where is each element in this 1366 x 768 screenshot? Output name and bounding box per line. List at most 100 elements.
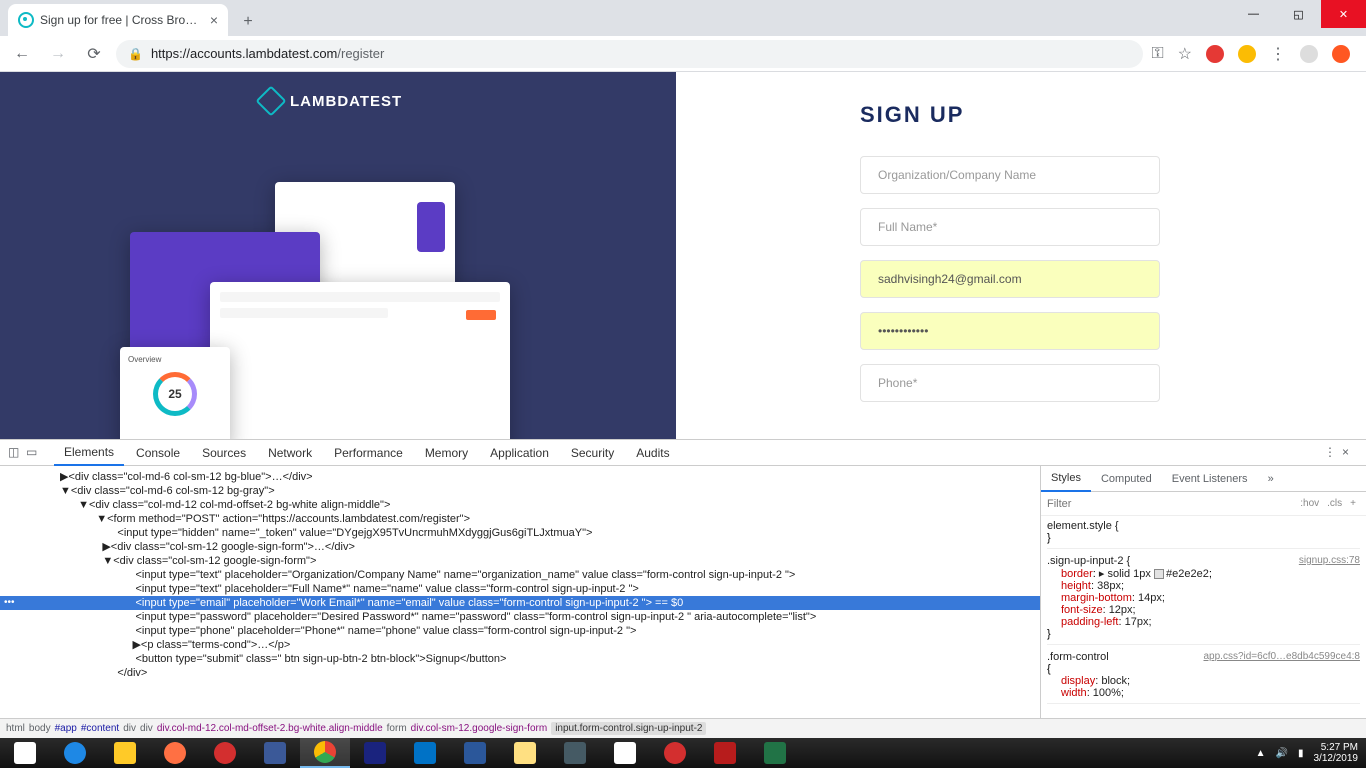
menu-dots-icon[interactable]: ⋮: [1270, 44, 1286, 64]
devtools-close-icon[interactable]: ×: [1342, 445, 1358, 461]
elements-tree[interactable]: ▶<div class="col-md-6 col-sm-12 bg-blue"…: [0, 466, 1040, 718]
rule-signup-input[interactable]: signup.css:78 .sign-up-input-2 { border:…: [1047, 555, 1360, 645]
ext-icon-3[interactable]: [1332, 45, 1350, 63]
tab-network[interactable]: Network: [258, 440, 322, 466]
el-line[interactable]: ▼<div class="col-sm-12 google-sign-form"…: [0, 554, 1040, 568]
bc-item[interactable]: #content: [81, 723, 119, 734]
taskbar-app-opera[interactable]: [200, 738, 250, 768]
maximize-button[interactable]: ◱: [1276, 0, 1321, 28]
bc-item[interactable]: form: [387, 723, 407, 734]
tab-security[interactable]: Security: [561, 440, 624, 466]
taskbar-app-excel[interactable]: [750, 738, 800, 768]
tray-battery-icon[interactable]: ▮: [1298, 748, 1304, 759]
taskbar-app-pdf[interactable]: [700, 738, 750, 768]
fullname-input[interactable]: [860, 208, 1160, 246]
taskbar-app-notes[interactable]: [500, 738, 550, 768]
el-line[interactable]: <button type="submit" class=" btn sign-u…: [0, 652, 1040, 666]
styles-filter-input[interactable]: [1047, 498, 1296, 510]
el-line[interactable]: ▼<div class="col-md-6 col-sm-12 bg-gray"…: [0, 484, 1040, 498]
cls-toggle[interactable]: .cls: [1323, 498, 1346, 509]
bc-item[interactable]: div: [123, 723, 136, 734]
rule-source-link[interactable]: signup.css:78: [1299, 555, 1360, 566]
inspect-icon[interactable]: ◫: [8, 445, 24, 461]
styles-tab-more-icon[interactable]: »: [1258, 466, 1284, 492]
line-marker: •••: [2, 597, 17, 608]
close-button[interactable]: ✕: [1321, 0, 1366, 28]
taskbar-app-facebook[interactable]: [250, 738, 300, 768]
el-line[interactable]: <input type="text" placeholder="Organiza…: [0, 568, 1040, 582]
taskbar-app-outlook[interactable]: [400, 738, 450, 768]
add-rule-icon[interactable]: +: [1346, 498, 1360, 509]
favicon-icon: [18, 12, 34, 28]
el-line[interactable]: ▶<p class="terms-cond">…</p>: [0, 638, 1040, 652]
bc-item[interactable]: #app: [55, 723, 77, 734]
minimize-button[interactable]: —: [1231, 0, 1276, 28]
bc-item[interactable]: div: [140, 723, 153, 734]
taskbar-app-word[interactable]: [450, 738, 500, 768]
taskbar-app-ie[interactable]: [50, 738, 100, 768]
tab-title: Sign up for free | Cross Browser T: [40, 13, 204, 27]
device-toggle-icon[interactable]: ▭: [26, 445, 42, 461]
start-button[interactable]: [0, 738, 50, 768]
rule-form-control[interactable]: app.css?id=6cf0…e8db4c599ce4:8 .form-con…: [1047, 651, 1360, 704]
tab-sources[interactable]: Sources: [192, 440, 256, 466]
el-line[interactable]: <input type="hidden" name="_token" value…: [0, 526, 1040, 540]
styles-tab-listeners[interactable]: Event Listeners: [1162, 466, 1258, 492]
phone-input[interactable]: [860, 364, 1160, 402]
styles-tab-computed[interactable]: Computed: [1091, 466, 1162, 492]
bc-item[interactable]: div.col-md-12.col-md-offset-2.bg-white.a…: [157, 723, 383, 734]
bc-item[interactable]: html: [6, 723, 25, 734]
ext-icon-2[interactable]: [1238, 45, 1256, 63]
taskbar-app-firefox[interactable]: [150, 738, 200, 768]
profile-avatar-icon[interactable]: [1300, 45, 1318, 63]
illu-button: [466, 310, 496, 320]
el-line[interactable]: <input type="password" placeholder="Desi…: [0, 610, 1040, 624]
el-line[interactable]: </div>: [0, 666, 1040, 680]
taskbar-app-2[interactable]: [550, 738, 600, 768]
el-line[interactable]: ▼<div class="col-md-12 col-md-offset-2 b…: [0, 498, 1040, 512]
back-button[interactable]: ←: [8, 40, 36, 68]
el-line[interactable]: <input type="text" placeholder="Full Nam…: [0, 582, 1040, 596]
ext-icon-1[interactable]: [1206, 45, 1224, 63]
hov-toggle[interactable]: :hov: [1296, 498, 1323, 509]
el-line[interactable]: ▼<form method="POST" action="https://acc…: [0, 512, 1040, 526]
org-input[interactable]: [860, 156, 1160, 194]
bc-item[interactable]: div.col-sm-12.google-sign-form: [411, 723, 548, 734]
forward-button[interactable]: →: [44, 40, 72, 68]
taskbar-app-1[interactable]: [350, 738, 400, 768]
bc-item[interactable]: body: [29, 723, 51, 734]
tab-elements[interactable]: Elements: [54, 440, 124, 466]
tray-volume-icon[interactable]: 🔊: [1276, 748, 1288, 759]
elements-breadcrumb[interactable]: html body #app #content div div div.col-…: [0, 718, 1366, 738]
rule-element-style[interactable]: element.style { }: [1047, 520, 1360, 549]
el-line[interactable]: ▶<div class="col-sm-12 google-sign-form"…: [0, 540, 1040, 554]
taskbar-app-4[interactable]: [650, 738, 700, 768]
taskbar-clock[interactable]: 5:27 PM 3/12/2019: [1314, 742, 1359, 764]
reload-button[interactable]: ⟳: [80, 40, 108, 68]
url-field[interactable]: 🔒 https://accounts.lambdatest.com/regist…: [116, 40, 1143, 68]
tab-console[interactable]: Console: [126, 440, 190, 466]
tab-close-icon[interactable]: ×: [210, 12, 218, 28]
el-line[interactable]: <input type="phone" placeholder="Phone*"…: [0, 624, 1040, 638]
el-line-selected[interactable]: <input type="email" placeholder="Work Em…: [0, 596, 1040, 610]
tab-memory[interactable]: Memory: [415, 440, 478, 466]
bc-item-active[interactable]: input.form-control.sign-up-input-2: [551, 722, 706, 735]
styles-tab-styles[interactable]: Styles: [1041, 466, 1091, 492]
styles-rules[interactable]: element.style { } signup.css:78 .sign-up…: [1041, 516, 1366, 718]
devtools-menu-icon[interactable]: ⋮: [1324, 445, 1340, 461]
bookmark-star-icon[interactable]: ☆: [1178, 44, 1192, 64]
taskbar-app-chrome[interactable]: [300, 738, 350, 768]
password-input[interactable]: [860, 312, 1160, 350]
tab-performance[interactable]: Performance: [324, 440, 413, 466]
tray-arrow-icon[interactable]: ▲: [1256, 748, 1266, 759]
key-icon[interactable]: ⚿: [1151, 45, 1163, 63]
new-tab-button[interactable]: +: [234, 8, 262, 36]
tab-audits[interactable]: Audits: [626, 440, 679, 466]
taskbar-app-explorer[interactable]: [100, 738, 150, 768]
rule-source-link[interactable]: app.css?id=6cf0…e8db4c599ce4:8: [1203, 651, 1360, 662]
taskbar-app-3[interactable]: [600, 738, 650, 768]
email-input[interactable]: [860, 260, 1160, 298]
browser-tab[interactable]: Sign up for free | Cross Browser T ×: [8, 4, 228, 36]
el-line[interactable]: ▶<div class="col-md-6 col-sm-12 bg-blue"…: [0, 470, 1040, 484]
tab-application[interactable]: Application: [480, 440, 559, 466]
